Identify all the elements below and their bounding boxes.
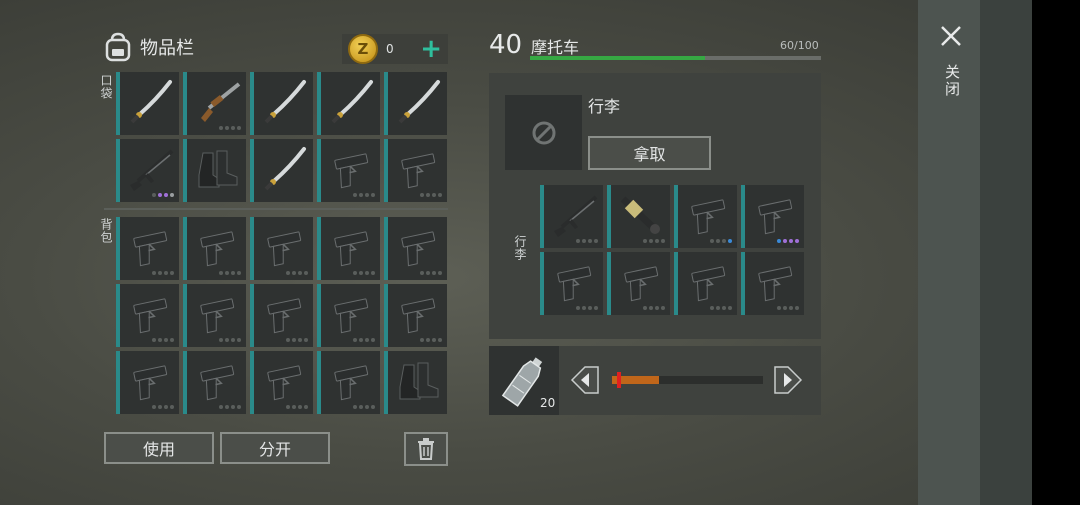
quality-dots [576, 239, 598, 243]
backpack-slot[interactable] [317, 217, 380, 280]
backpack-slot[interactable] [384, 351, 447, 414]
quality-dots [219, 405, 241, 409]
close-label[interactable]: 关闭 [942, 64, 963, 98]
pocket-slot[interactable] [250, 139, 313, 202]
quality-dots [576, 306, 598, 310]
backpack-slot[interactable] [116, 351, 179, 414]
use-button[interactable]: 使用 [104, 432, 214, 464]
quality-dots [710, 306, 732, 310]
empty-slot[interactable] [505, 95, 582, 170]
backpack-slot[interactable] [317, 284, 380, 347]
backpack-slot[interactable] [183, 351, 246, 414]
split-button[interactable]: 分开 [220, 432, 330, 464]
pocket-slot[interactable] [250, 72, 313, 135]
quality-dots [219, 338, 241, 342]
luggage-slot[interactable] [741, 185, 804, 248]
quality-dots [777, 239, 799, 243]
quality-dots [353, 193, 375, 197]
quality-dots [643, 239, 665, 243]
luggage-slot[interactable] [540, 185, 603, 248]
vehicle-name: 摩托车 [531, 38, 580, 57]
backpack-slot[interactable] [183, 284, 246, 347]
quality-dots [152, 193, 174, 197]
inventory-header: 物品栏 [104, 30, 194, 64]
backpack-slot[interactable] [317, 351, 380, 414]
luggage-slot[interactable] [607, 185, 670, 248]
add-coins-button[interactable]: + [420, 36, 442, 62]
backpack-slot[interactable] [384, 217, 447, 280]
inventory-title: 物品栏 [140, 38, 194, 59]
quality-dots [152, 338, 174, 342]
luggage-slot[interactable] [674, 252, 737, 315]
luggage-slot[interactable] [540, 252, 603, 315]
capacity-text: 60/100 [780, 39, 819, 52]
section-divider [104, 208, 448, 210]
quality-dots [710, 239, 732, 243]
backpack-label: 背包 [99, 218, 113, 244]
pocket-slot[interactable] [317, 139, 380, 202]
pocket-slot[interactable] [183, 139, 246, 202]
backpack-slot[interactable] [384, 284, 447, 347]
pocket-slot[interactable] [384, 139, 447, 202]
quality-dots [777, 306, 799, 310]
bottle-count: 20 [540, 396, 556, 410]
quality-dots [152, 271, 174, 275]
backpack-slot[interactable] [250, 351, 313, 414]
pocket-slot[interactable] [116, 139, 179, 202]
capacity-bar-fill [530, 56, 705, 60]
backpack-slot[interactable] [116, 217, 179, 280]
pocket-slot[interactable] [384, 72, 447, 135]
quality-dots [353, 271, 375, 275]
pocket-slot[interactable] [183, 72, 246, 135]
backpack-slot[interactable] [183, 217, 246, 280]
luggage-title: 行李 [588, 97, 621, 116]
quality-dots [420, 338, 442, 342]
screen-edge [1032, 0, 1080, 505]
quality-dots [420, 271, 442, 275]
delete-button[interactable] [404, 432, 448, 466]
quality-dots [353, 338, 375, 342]
pocket-label: 口袋 [99, 74, 113, 100]
backpack-slot[interactable] [250, 217, 313, 280]
luggage-label: 行李 [513, 235, 527, 261]
quality-dots [152, 405, 174, 409]
luggage-slot[interactable] [741, 252, 804, 315]
quality-dots [420, 193, 442, 197]
backpack-icon [105, 32, 131, 62]
no-item-icon [532, 121, 555, 144]
pocket-slot[interactable] [317, 72, 380, 135]
quantity-slider[interactable] [612, 376, 763, 384]
quality-dots [643, 306, 665, 310]
vehicle-level: 40 [489, 30, 523, 60]
quality-dots [286, 338, 308, 342]
coin-icon: Z [348, 34, 378, 64]
luggage-slot[interactable] [674, 185, 737, 248]
luggage-slot[interactable] [607, 252, 670, 315]
trash-icon [418, 438, 434, 460]
quality-dots [353, 405, 375, 409]
pocket-slot[interactable] [116, 72, 179, 135]
close-icon[interactable] [939, 24, 963, 48]
decrease-arrow-icon[interactable] [570, 365, 600, 395]
capacity-bar [530, 56, 821, 60]
right-edge [980, 0, 1032, 505]
take-button[interactable]: 拿取 [588, 136, 711, 170]
increase-arrow-icon[interactable] [773, 365, 803, 395]
quality-dots [286, 405, 308, 409]
quality-dots [219, 126, 241, 130]
backpack-slot[interactable] [116, 284, 179, 347]
backpack-slot[interactable] [250, 284, 313, 347]
quality-dots [219, 271, 241, 275]
quality-dots [286, 271, 308, 275]
coin-box: Z 0 + [342, 34, 448, 64]
slider-handle[interactable] [617, 372, 621, 388]
coin-count: 0 [386, 42, 394, 56]
